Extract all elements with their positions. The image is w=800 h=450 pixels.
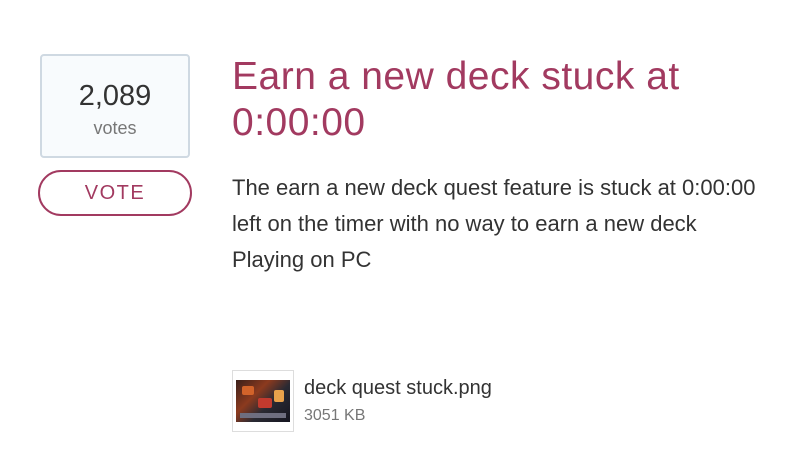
attachment-file-size: 3051 KB xyxy=(304,407,366,424)
vote-count-box: 2,089 votes xyxy=(40,54,190,158)
vote-count-label: votes xyxy=(93,118,137,138)
description-paragraph: Playing on PC xyxy=(232,247,372,272)
vote-button[interactable]: VOTE xyxy=(38,170,192,216)
idea-description: The earn a new deck quest feature is stu… xyxy=(232,170,777,278)
idea-title: Earn a new deck stuck at 0:00:00 xyxy=(232,55,680,144)
description-paragraph: The earn a new deck quest feature is stu… xyxy=(232,175,756,236)
idea-card: 2,089 votes VOTE Earn a new deck stuck a… xyxy=(0,0,800,450)
attachment-file-name[interactable]: deck quest stuck.png xyxy=(304,376,492,400)
vote-count: 2,089 xyxy=(78,80,152,112)
image-thumbnail-icon[interactable] xyxy=(232,370,294,432)
